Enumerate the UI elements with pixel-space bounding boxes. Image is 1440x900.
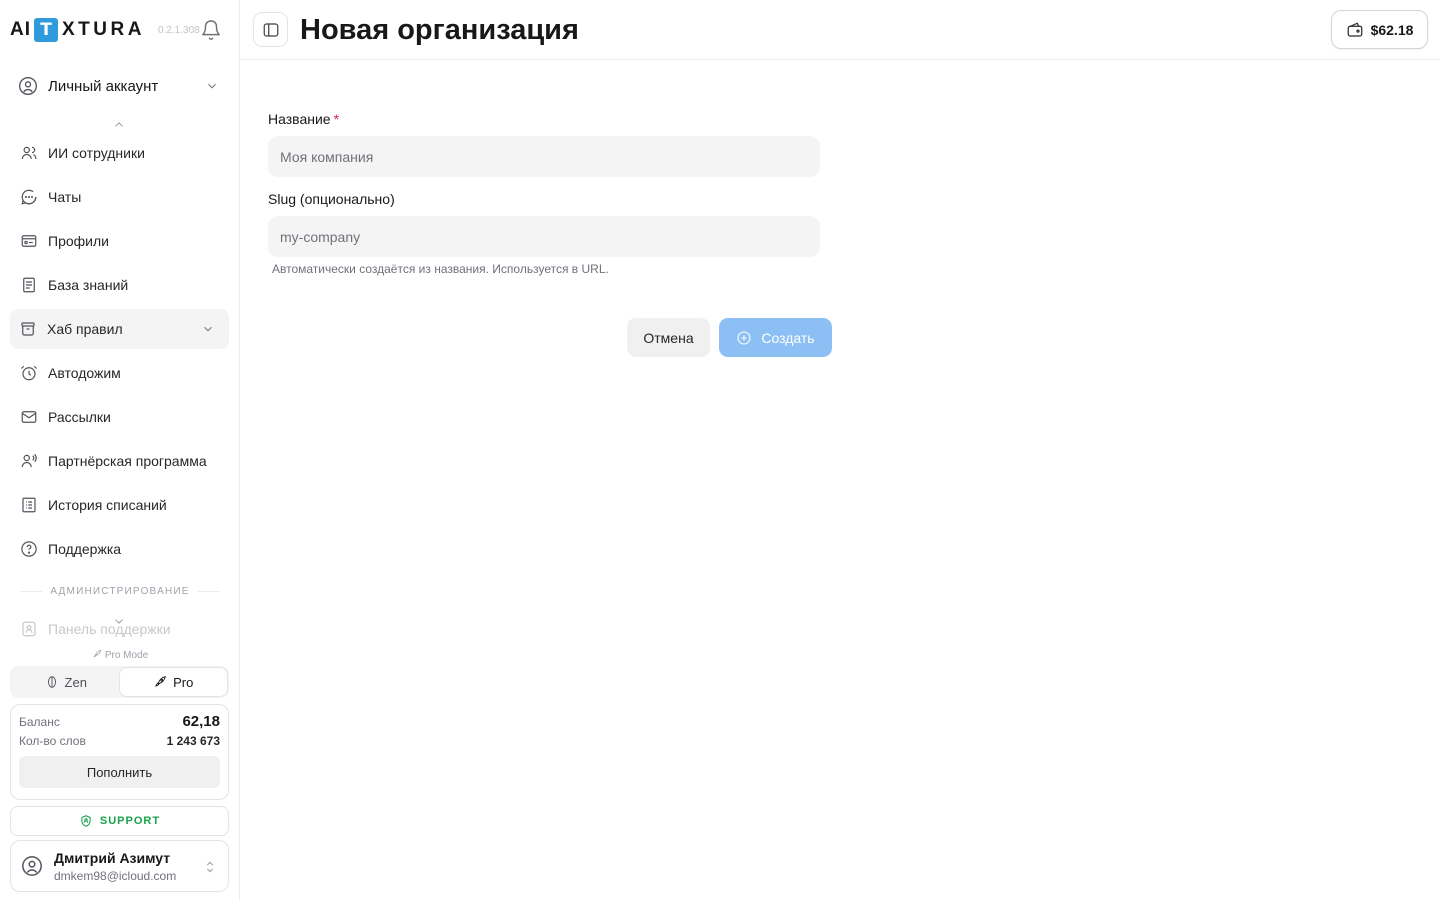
sidebar-item-partner-program[interactable]: Партнёрская программа [10, 441, 229, 481]
support-panel-icon [22, 621, 36, 637]
slug-input[interactable] [268, 216, 820, 257]
wallet-amount: $62.18 [1370, 21, 1414, 38]
shield-user-icon [81, 815, 91, 827]
name-label-text: Название [268, 111, 331, 127]
words-label: Кол-во слов [19, 734, 86, 748]
partner-icon [21, 453, 37, 468]
mode-caption: Pro Mode [0, 649, 240, 661]
rocket-icon [93, 649, 102, 658]
rules-hub-icon [21, 322, 35, 336]
alarm-clock-icon [21, 365, 37, 381]
sidebar-item-support[interactable]: Поддержка [10, 529, 229, 569]
mail-icon [21, 411, 37, 423]
name-field-label: Название * [268, 111, 339, 127]
brand-logo-mark: T [34, 18, 58, 42]
section-admin-label: АДМИНИСТРИРОВАНИЕ [20, 586, 220, 597]
sidebar-item-support-panel[interactable]: Панель поддержки [10, 609, 229, 649]
sidebar-item-label: Чаты [48, 189, 82, 205]
document-icon [23, 277, 35, 293]
sidebar-item-rules-hub[interactable]: Хаб правил [10, 309, 229, 349]
chevron-down-icon [208, 83, 216, 89]
panel-left-icon [263, 22, 278, 37]
sidebar-item-knowledge-base[interactable]: База знаний [10, 265, 229, 305]
slug-hint: Автоматически создаётся из названия. Исп… [272, 262, 609, 276]
sidebar-item-label: Рассылки [48, 409, 111, 425]
sidebar-item-mailings[interactable]: Рассылки [10, 397, 229, 437]
topup-button[interactable]: Пополнить [19, 756, 220, 788]
cancel-button[interactable]: Отмена [627, 318, 710, 357]
chevron-down-icon [204, 326, 212, 332]
users-icon [21, 146, 37, 160]
app-version: 0.2.1.308 [158, 25, 200, 36]
words-value: 1 243 673 [166, 734, 220, 748]
account-switcher[interactable]: Личный аккаунт [10, 66, 229, 106]
slug-field-label: Slug (опционально) [268, 191, 395, 207]
support-label: SUPPORT [99, 815, 161, 827]
sidebar-item-label: Хаб правил [47, 321, 123, 337]
user-name: Дмитрий Азимут [54, 849, 171, 866]
brand-suffix: XTURA [62, 19, 145, 40]
page-title: Новая организация [300, 14, 579, 46]
rocket-icon [155, 676, 166, 687]
create-button[interactable]: Создать [719, 318, 832, 357]
help-icon [21, 541, 37, 557]
sidebar-item-billing-history[interactable]: История списаний [10, 485, 229, 525]
profile-card-icon [21, 235, 37, 247]
support-button[interactable]: SUPPORT [10, 806, 229, 836]
scroll-up-icon[interactable] [112, 119, 126, 129]
sidebar-item-label: Партнёрская программа [48, 453, 207, 469]
mode-toggle: Zen Pro [10, 666, 229, 698]
mode-pro-label: Pro [173, 674, 194, 690]
wallet-icon [1347, 21, 1362, 37]
brand-prefix: AI [10, 19, 31, 40]
chat-icon [21, 189, 37, 205]
sidebar-item-chats[interactable]: Чаты [10, 177, 229, 217]
user-menu[interactable]: Дмитрий Азимут dmkem98@icloud.com [10, 840, 229, 892]
sidebar-toggle-button[interactable] [253, 12, 288, 47]
name-input[interactable] [268, 136, 820, 177]
mode-zen-label: Zen [64, 674, 87, 690]
required-mark: * [333, 111, 340, 127]
sidebar-item-label: Панель поддержки [48, 621, 171, 637]
sidebar-item-ai-employees[interactable]: ИИ сотрудники [10, 133, 229, 173]
wallet-balance-button[interactable]: $62.18 [1331, 10, 1428, 49]
mode-zen-option[interactable]: Zen [12, 668, 120, 696]
brand-logo[interactable]: AI T XTURA [10, 17, 145, 43]
scroll-down-icon[interactable] [112, 617, 126, 627]
sidebar: AI T XTURA 0.2.1.308 Личный аккаунт ИИ с… [0, 0, 240, 900]
plus-circle-icon [737, 330, 751, 345]
history-list-icon [22, 497, 36, 513]
sidebar-item-profiles[interactable]: Профили [10, 221, 229, 261]
sidebar-item-autofollow[interactable]: Автодожим [10, 353, 229, 393]
user-circle-icon [19, 77, 37, 95]
leaf-icon [47, 676, 56, 688]
page-header: Новая организация $62.18 [241, 0, 1440, 60]
user-email: dmkem98@icloud.com [54, 868, 177, 883]
sidebar-item-label: Поддержка [48, 541, 122, 557]
create-button-label: Создать [761, 329, 815, 346]
chevrons-up-down-icon [206, 861, 214, 873]
sidebar-item-label: Профили [48, 233, 109, 249]
sidebar-item-label: История списаний [48, 497, 167, 513]
balance-value: 62,18 [182, 713, 220, 730]
sidebar-item-label: Автодожим [48, 365, 121, 381]
mode-pro-option[interactable]: Pro [119, 668, 227, 696]
avatar [22, 856, 42, 876]
balance-card: Баланс 62,18 Кол-во слов 1 243 673 Попол… [10, 704, 229, 800]
sidebar-item-label: База знаний [48, 277, 129, 293]
sidebar-item-label: ИИ сотрудники [48, 145, 145, 161]
account-label: Личный аккаунт [48, 77, 159, 95]
bell-icon[interactable] [200, 19, 222, 41]
mode-caption-text: Pro Mode [104, 650, 149, 661]
section-admin-text: АДМИНИСТРИРОВАНИЕ [50, 586, 190, 597]
balance-label: Баланс [19, 714, 60, 729]
